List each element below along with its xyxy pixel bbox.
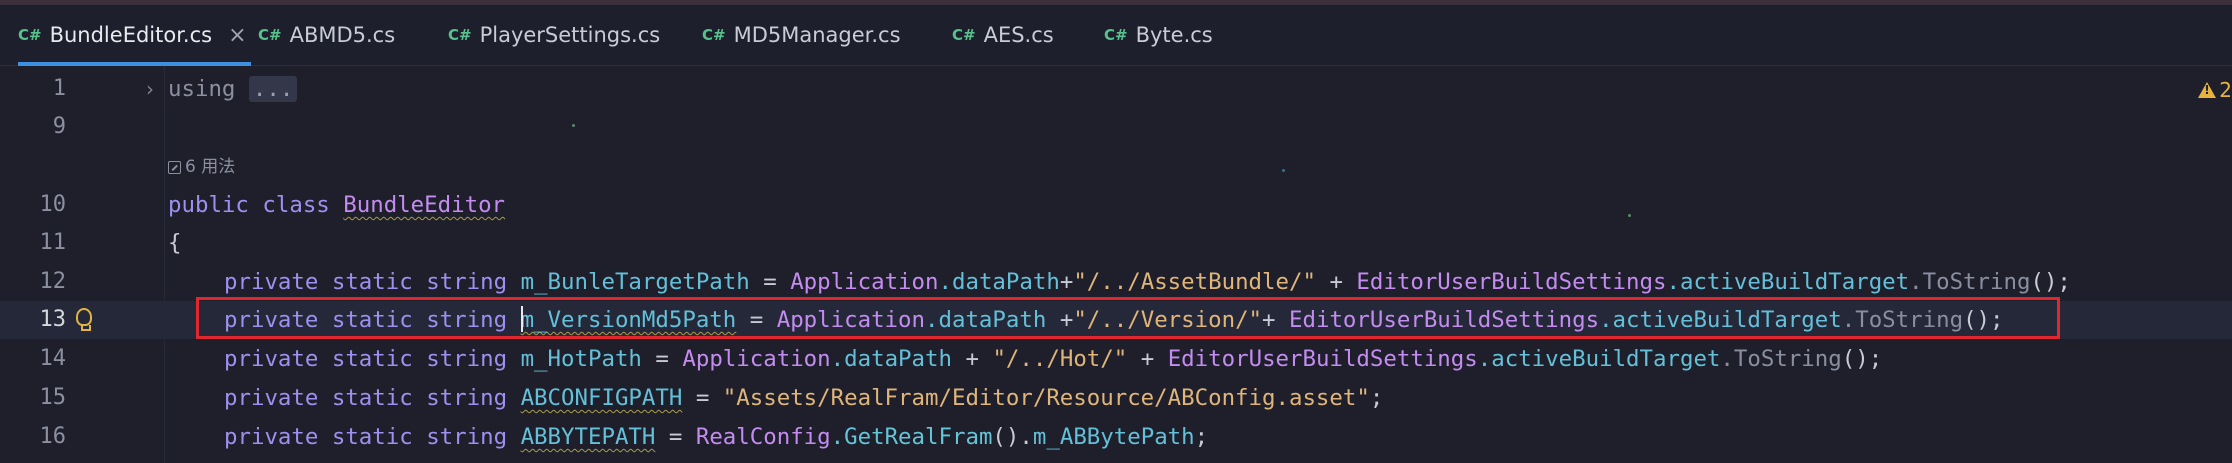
line-number: 12 — [39, 269, 67, 294]
code-text: private static string ABCONFIGPATH = "As… — [224, 385, 1384, 411]
usages-icon — [168, 160, 181, 174]
csharp-file-icon: C# — [258, 26, 282, 44]
csharp-file-icon: C# — [18, 26, 42, 44]
usages-hint[interactable]: 6 用法 — [168, 148, 235, 186]
line-number: 10 — [39, 192, 67, 217]
lightbulb-icon[interactable] — [76, 308, 92, 331]
tab-aes[interactable]: C# AES.cs — [952, 5, 1054, 65]
line-number: 15 — [39, 385, 67, 410]
code-line: 11 { — [0, 224, 2232, 262]
folded-imports[interactable]: ... — [248, 76, 298, 102]
tab-byte[interactable]: C# Byte.cs — [1104, 5, 1213, 65]
tab-label: ABMD5.cs — [289, 23, 396, 47]
csharp-file-icon: C# — [702, 26, 726, 44]
line-number: 13 — [39, 307, 67, 332]
code-line: 12 private static string m_BunleTargetPa… — [0, 263, 2232, 301]
usages-hint-line: 6 用法 — [0, 148, 2232, 186]
code-line: 15 private static string ABCONFIGPATH = … — [0, 379, 2232, 417]
code-line: 9 — [0, 108, 2232, 146]
code-text: using ... — [168, 70, 298, 108]
code-editor[interactable]: 1 › using ... 2 9 6 用法 10 public class B… — [0, 66, 2232, 463]
chevron-right-icon[interactable]: › — [146, 70, 154, 108]
line-number: 9 — [52, 114, 66, 139]
code-text: private static string m_HotPath = Applic… — [224, 346, 1883, 372]
code-line: 10 public class BundleEditor — [0, 186, 2232, 224]
tab-label: PlayerSettings.cs — [479, 23, 661, 47]
close-icon[interactable]: × — [228, 23, 246, 48]
tab-playersettings[interactable]: C# PlayerSettings.cs — [448, 5, 660, 65]
code-line: 16 private static string ABBYTEPATH = Re… — [0, 418, 2232, 456]
csharp-file-icon: C# — [1104, 26, 1128, 44]
csharp-file-icon: C# — [952, 26, 976, 44]
code-text: { — [168, 230, 182, 256]
tab-label: Byte.cs — [1135, 23, 1213, 47]
highlight-annotation-box — [196, 297, 2060, 339]
code-line: 14 private static string m_HotPath = App… — [0, 340, 2232, 378]
line-number: 14 — [39, 346, 67, 371]
warning-indicator[interactable]: 2 — [2198, 78, 2232, 102]
csharp-file-icon: C# — [448, 26, 472, 44]
tab-label: BundleEditor.cs — [49, 23, 213, 47]
tab-md5manager[interactable]: C# MD5Manager.cs — [702, 5, 901, 65]
warning-icon — [2198, 82, 2217, 98]
code-line: 1 › using ... 2 — [0, 70, 2232, 108]
code-text: public class BundleEditor — [168, 192, 506, 218]
tab-abmd5[interactable]: C# ABMD5.cs — [258, 5, 395, 65]
editor-tab-bar: C# BundleEditor.cs × C# ABMD5.cs C# Play… — [0, 5, 2232, 66]
line-number: 1 — [52, 76, 66, 101]
tab-label: AES.cs — [983, 23, 1054, 47]
code-text: private static string m_BunleTargetPath … — [224, 269, 2071, 295]
line-number: 11 — [39, 230, 67, 255]
tab-label: MD5Manager.cs — [733, 23, 901, 47]
tab-bundleeditor[interactable]: C# BundleEditor.cs × — [18, 5, 251, 66]
line-number: 16 — [39, 424, 67, 449]
code-text: private static string ABBYTEPATH = RealC… — [224, 424, 1209, 450]
